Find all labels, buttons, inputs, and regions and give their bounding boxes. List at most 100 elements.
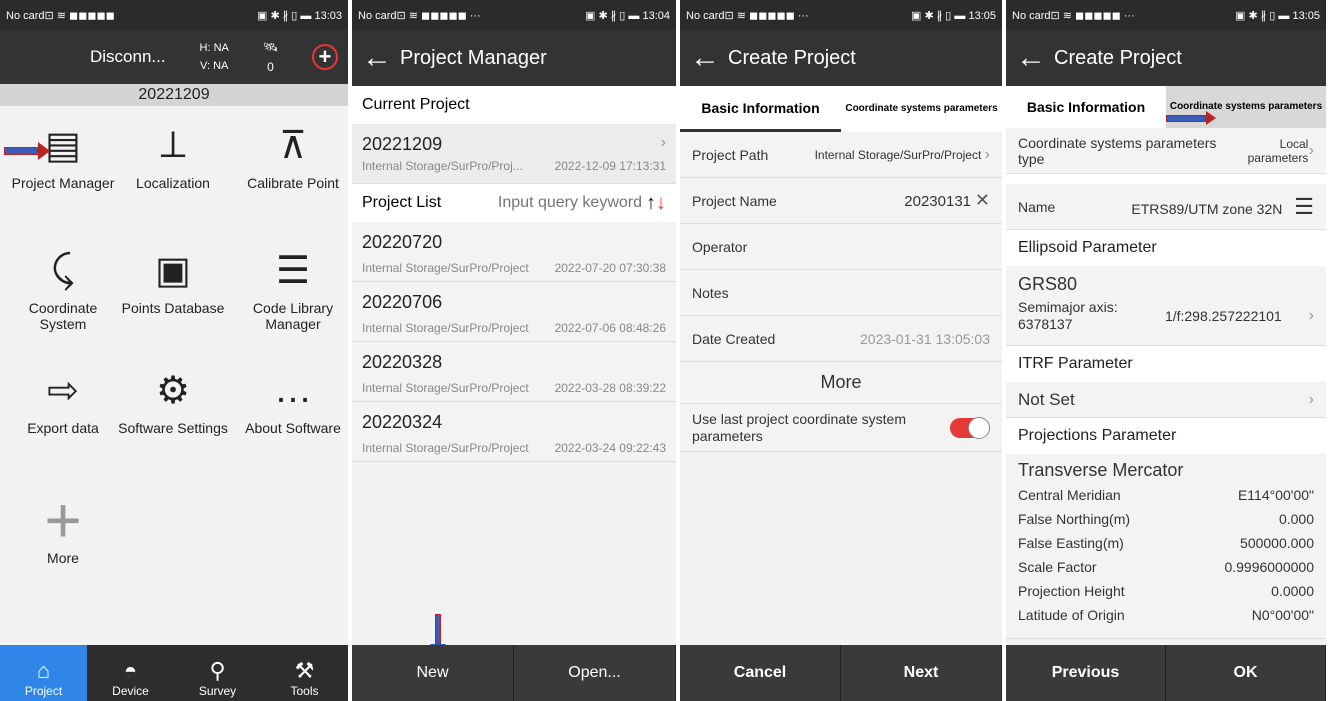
cancel-button[interactable]: Cancel [680, 645, 841, 701]
grid-item-export-data[interactable]: ⇨ Export data [8, 360, 118, 437]
connection-status[interactable]: Disconn... [90, 47, 166, 67]
pointer-arrow-icon [1166, 111, 1216, 125]
use-last-params-row: Use last project coordinate system param… [680, 404, 1002, 452]
project-list-item[interactable]: 20220720 Internal Storage/SurPro/Project 2… [352, 222, 676, 282]
current-project-item[interactable]: 20221209 › Internal Storage/SurPro/Proj..… [352, 124, 676, 184]
current-project-date: 2022-12-09 17:13:31 [554, 159, 666, 173]
create-project-coord-screen: No card⊡ ≋ ◼◼◼◼◼ ··· ▣ ✱ ∦ ▯ ▬ 13:05 ← Cre… [1006, 0, 1328, 701]
nav-project[interactable]: ⌂ Project [0, 645, 87, 701]
grid-item-label: Software Settings [118, 420, 228, 436]
chevron-right-icon: › [984, 145, 990, 163]
param-label: False Easting(m) [1018, 535, 1124, 551]
projection-param-row: False Easting(m) 500000.000 [1018, 531, 1314, 555]
project-path-row[interactable]: Project Path Internal Storage/SurPro/Proj… [680, 132, 1002, 178]
back-arrow-icon[interactable]: ← [1016, 43, 1054, 73]
sort-icon[interactable]: ↑↓ [646, 192, 666, 215]
project-name-field[interactable]: 20230131 [904, 193, 971, 210]
project-path-label: Project Path [692, 146, 769, 163]
nav-survey[interactable]: ⚲ Survey [174, 645, 261, 701]
param-label: False Northing(m) [1018, 511, 1131, 527]
use-last-params-label: Use last project coordinate system param… [692, 410, 906, 444]
app-bar: ← Create Project [1006, 30, 1326, 86]
project-date: 2022-07-20 07:30:38 [554, 261, 666, 275]
open-button[interactable]: Open... [514, 645, 676, 701]
back-arrow-icon[interactable]: ← [362, 43, 400, 73]
more-icon: + [44, 484, 82, 556]
status-bar: No card⊡ ≋ ◼◼◼◼◼ ··· ▣ ✱ ∦ ▯ ▬ 13:05 [1006, 0, 1326, 30]
search-input[interactable] [492, 194, 642, 212]
tab-basic-information[interactable]: Basic Information [1006, 86, 1166, 128]
project-name: 20220720 [362, 232, 443, 252]
param-label: Scale Factor [1018, 559, 1097, 575]
satellite-count: 🛰 0 [263, 37, 278, 77]
project-name: 20220706 [362, 292, 443, 312]
grid-item-label: Calibrate Point [247, 175, 339, 191]
grid-item-label: About Software [245, 420, 341, 436]
cs-type-value: Local parameters [1247, 136, 1309, 165]
project-name-label: Project Name [692, 192, 777, 209]
project-path: Internal Storage/SurPro/Project [362, 261, 529, 275]
itrf-value: Not Set [1018, 389, 1075, 409]
nav-device[interactable]: ◓ Device [87, 645, 174, 701]
projection-params: Central Meridian E114°00'00" False Northin… [1018, 483, 1314, 627]
cs-name-row: Name ETRS89/UTM zone 32N ☰ [1006, 184, 1326, 230]
project-list-item[interactable]: 20220324 Internal Storage/SurPro/Project 2… [352, 402, 676, 462]
projection-row[interactable]: Transverse Mercator Central Meridian E114… [1006, 454, 1326, 639]
project-date: 2022-07-06 08:48:26 [554, 321, 666, 335]
cs-type-label: Coordinate systems parameters type [1018, 134, 1217, 167]
chevron-right-icon: › [1308, 390, 1314, 408]
list-icon[interactable]: ☰ [1294, 194, 1314, 219]
notes-field[interactable]: Notes [680, 270, 1002, 316]
cs-type-row[interactable]: Coordinate systems parameters type Local … [1006, 128, 1326, 174]
previous-button[interactable]: Previous [1006, 645, 1166, 701]
tab-basic-information[interactable]: Basic Information [680, 86, 841, 132]
status-left: No card⊡ ≋ ◼◼◼◼◼ ··· [358, 9, 481, 22]
semimajor-axis: Semimajor axis: 6378137 [1018, 299, 1118, 332]
status-right: ▣ ✱ ∦ ▯ ▬ 13:03 [257, 9, 342, 22]
project-date: 2022-03-24 09:22:43 [554, 441, 666, 455]
tools-icon: ⚒ [294, 658, 315, 683]
projection-param-row: Latitude of Origin N0°00'00" [1018, 603, 1314, 627]
status-left: No card⊡ ≋ ◼◼◼◼◼ [6, 9, 115, 22]
current-project-bar: 20221209 [0, 84, 348, 106]
add-circle-icon[interactable]: + [311, 44, 338, 70]
param-label: Central Meridian [1018, 487, 1121, 503]
itrf-row[interactable]: Not Set › [1006, 382, 1326, 418]
status-bar: No card⊡ ≋ ◼◼◼◼◼ ··· ▣ ✱ ∦ ▯ ▬ 13:05 [680, 0, 1002, 30]
project-path: Internal Storage/SurPro/Project [362, 321, 529, 335]
project-list-label: Project List [362, 194, 442, 211]
param-value: N0°00'00" [1251, 607, 1314, 623]
param-label: Projection Height [1018, 583, 1125, 599]
v-precision: V: NA [200, 60, 229, 72]
grid-item-software-settings[interactable]: ⚙ Software Settings [118, 360, 228, 437]
tab-coordinate-systems[interactable]: Coordinate systems parameters [841, 86, 1002, 132]
use-last-params-toggle[interactable] [950, 416, 990, 439]
projection-param-row: Projection Height 0.0000 [1018, 579, 1314, 603]
grid-item-about-software[interactable]: … About Software [238, 360, 348, 437]
ok-button[interactable]: OK [1166, 645, 1326, 701]
grid-item-more[interactable]: + More [8, 484, 118, 566]
project-path: Internal Storage/SurPro/Project [362, 381, 529, 395]
project-icon: ⌂ [36, 658, 51, 683]
nav-tools[interactable]: ⚒ Tools [261, 645, 348, 701]
nav-label: Survey [198, 684, 237, 698]
ellipsoid-header: Ellipsoid Parameter [1006, 230, 1326, 266]
more-button[interactable]: More [680, 362, 1002, 404]
ellipsoid-row[interactable]: GRS80 Semimajor axis: 6378137 1/f:298.257… [1006, 266, 1326, 346]
grid-item-code-library[interactable]: ☰ Code Library Manager [238, 240, 348, 333]
grid-item-calibrate-point[interactable]: ⊼ Calibrate Point [238, 115, 348, 192]
current-project-name: 20221209 [362, 134, 443, 154]
grid-item-localization[interactable]: ⟂ Localization [118, 115, 228, 192]
project-list-item[interactable]: 20220328 Internal Storage/SurPro/Project 2… [352, 342, 676, 402]
back-arrow-icon[interactable]: ← [690, 43, 728, 73]
clear-icon[interactable]: ✕ [975, 190, 990, 210]
project-path-value: Internal Storage/SurPro/Project [814, 147, 982, 162]
notes-label: Notes [692, 284, 729, 301]
status-right: ▣ ✱ ∦ ▯ ▬ 13:05 [1235, 9, 1320, 22]
operator-field[interactable]: Operator [680, 224, 1002, 270]
grid-item-points-database[interactable]: ▣ Points Database [118, 240, 228, 317]
new-button[interactable]: New [352, 645, 514, 701]
project-list-item[interactable]: 20220706 Internal Storage/SurPro/Project 2… [352, 282, 676, 342]
next-button[interactable]: Next [841, 645, 1002, 701]
grid-item-coordinate-system[interactable]: ⤹ Coordinate System [8, 240, 118, 333]
